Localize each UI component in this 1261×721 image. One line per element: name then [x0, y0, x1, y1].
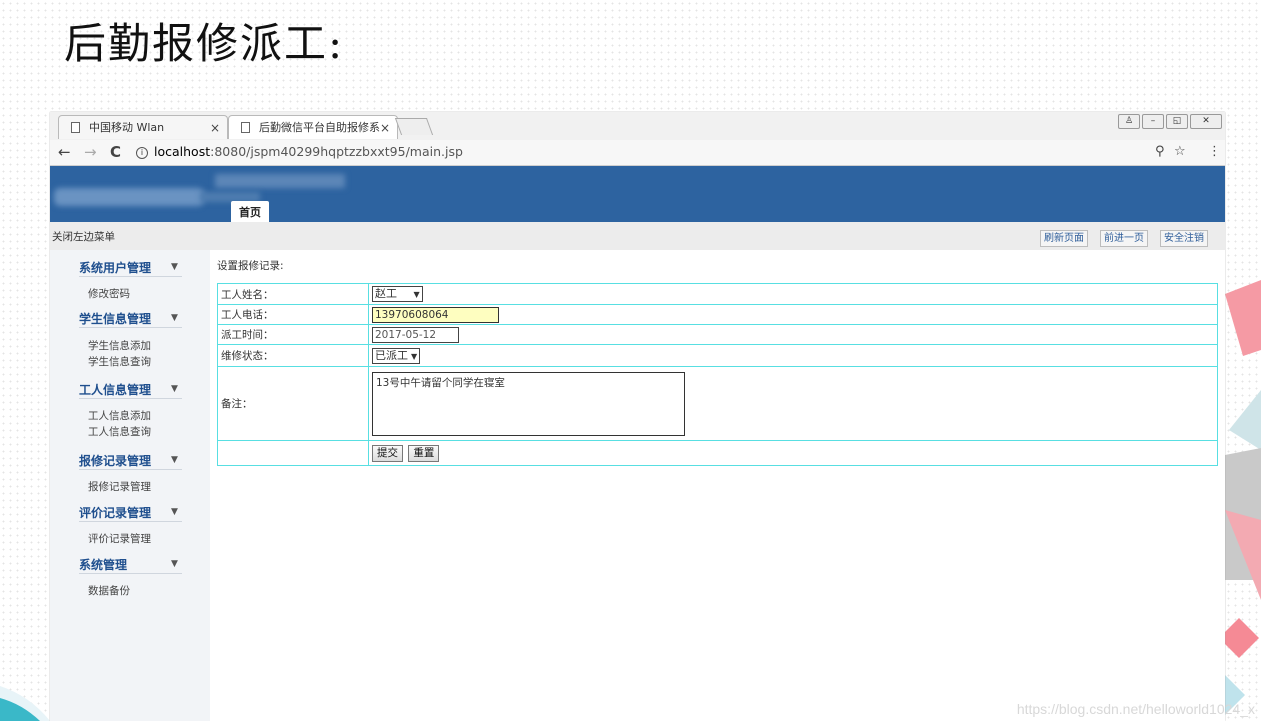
empty-cell: [217, 440, 369, 466]
refresh-page-button[interactable]: 刷新页面: [1040, 230, 1088, 247]
forward-page-button[interactable]: 前进一页: [1100, 230, 1148, 247]
forward-icon[interactable]: →: [84, 144, 97, 160]
remark-textarea[interactable]: 13号中午请留个同学在寝室: [372, 371, 685, 436]
url-path: :8080/jspm40299hqptzzbxxt95/main.jsp: [210, 144, 463, 159]
sidebar-group-system-users[interactable]: 系统用户管理 ▼: [79, 259, 182, 277]
tab-label: 后勤微信平台自助报修系: [259, 121, 380, 134]
watermark: https://blog.csdn.net/helloworld1024_x: [1016, 701, 1255, 717]
form-cell: 已派工 ▼: [368, 344, 1218, 367]
chevron-down-icon: ▼: [413, 290, 420, 299]
close-icon[interactable]: ×: [210, 116, 220, 140]
chevron-down-icon[interactable]: ▼: [171, 455, 178, 465]
maximize-button[interactable]: ◱: [1166, 114, 1188, 129]
dispatch-time-label: 派工时间：: [217, 324, 369, 345]
tab-repair-system[interactable]: 后勤微信平台自助报修系 ×: [228, 115, 398, 139]
worker-name-label: 工人姓名：: [217, 283, 369, 305]
url-field[interactable]: i localhost:8080/jspm40299hqptzzbxxt95/ma…: [136, 142, 1216, 162]
minimize-button[interactable]: –: [1142, 114, 1164, 129]
form-cell: 赵工 ▼: [368, 283, 1218, 305]
sidebar-group-students[interactable]: 学生信息管理 ▼: [79, 310, 182, 328]
form-title: 设置报修记录:: [217, 260, 284, 272]
form-cell: 13号中午请留个同学在寝室: [368, 366, 1218, 441]
worker-name-select[interactable]: 赵工 ▼: [372, 286, 423, 302]
tab-label: 中国移动 Wlan: [89, 121, 165, 134]
new-tab-button[interactable]: [394, 118, 434, 135]
sidebar-item-evaluation-records[interactable]: 评价记录管理: [88, 531, 151, 546]
chevron-down-icon[interactable]: ▼: [171, 313, 178, 323]
key-icon[interactable]: ⚲: [1155, 144, 1165, 159]
app-header: 首页: [50, 166, 1225, 222]
form-row: 备注： 13号中午请留个同学在寝室: [217, 366, 1218, 441]
page-icon: [241, 122, 250, 133]
tab-home[interactable]: 首页: [231, 201, 269, 222]
dispatch-time-input[interactable]: 2017-05-12: [372, 326, 459, 343]
menu-icon[interactable]: ⋮: [1208, 144, 1221, 159]
sidebar-item-repair-records[interactable]: 报修记录管理: [88, 479, 151, 494]
browser-window: 中国移动 Wlan × 后勤微信平台自助报修系 × ♙ – ◱ ✕ ← → C …: [50, 112, 1225, 721]
form-row: 派工时间： 2017-05-12: [217, 324, 1218, 345]
submit-button[interactable]: 提交: [372, 444, 403, 462]
form-cell: 13970608064: [368, 304, 1218, 325]
url-host: localhost: [154, 144, 211, 159]
status-label: 维修状态：: [217, 344, 369, 367]
logo: [54, 188, 204, 206]
chevron-down-icon[interactable]: ▼: [171, 262, 178, 272]
reload-icon[interactable]: C: [110, 144, 121, 160]
slide-title: 后勤报修派工:: [64, 19, 345, 68]
form-row: 提交 重置: [217, 440, 1218, 466]
back-icon[interactable]: ←: [58, 144, 71, 160]
page-icon: [71, 122, 80, 133]
info-icon[interactable]: i: [136, 146, 148, 159]
sidebar-group-system[interactable]: 系统管理 ▼: [79, 556, 182, 574]
collapse-menu-link[interactable]: 关闭左边菜单: [52, 229, 115, 244]
sidebar-item-student-query[interactable]: 学生信息查询: [88, 354, 151, 369]
sidebar-item-student-add[interactable]: 学生信息添加: [88, 338, 151, 353]
chevron-down-icon: ▼: [411, 351, 418, 361]
chevron-down-icon[interactable]: ▼: [171, 507, 178, 517]
form-cell: 提交 重置: [368, 440, 1218, 466]
form-row: 维修状态： 已派工 ▼: [217, 344, 1218, 367]
sidebar-item-data-backup[interactable]: 数据备份: [88, 583, 130, 598]
reset-button[interactable]: 重置: [408, 444, 440, 462]
close-icon[interactable]: ×: [380, 116, 390, 140]
worker-phone-label: 工人电话：: [217, 304, 369, 325]
app-toolbar: 关闭左边菜单 刷新页面 前进一页 安全注销: [50, 222, 1225, 251]
tab-wlan[interactable]: 中国移动 Wlan ×: [58, 115, 228, 139]
logout-button[interactable]: 安全注销: [1160, 230, 1208, 247]
status-select[interactable]: 已派工 ▼: [372, 347, 421, 364]
form-cell: 2017-05-12: [368, 324, 1218, 345]
main-content: 设置报修记录: 工人姓名： 赵工 ▼ 工人电话： 13970608064 派工时…: [210, 250, 1225, 721]
worker-phone-input[interactable]: 13970608064: [372, 306, 499, 323]
sidebar-group-repairs[interactable]: 报修记录管理 ▼: [79, 452, 182, 470]
remark-label: 备注：: [217, 366, 369, 441]
close-window-button[interactable]: ✕: [1190, 114, 1222, 129]
form-row: 工人电话： 13970608064: [217, 304, 1218, 325]
address-bar: ← → C i localhost:8080/jspm40299hqptzzbxx…: [50, 140, 1225, 166]
sidebar-item-worker-query[interactable]: 工人信息查询: [88, 424, 151, 439]
sidebar: 系统用户管理 ▼ 修改密码 学生信息管理 ▼ 学生信息添加 学生信息查询 工人信息管…: [50, 250, 211, 721]
repair-form: 工人姓名： 赵工 ▼ 工人电话： 13970608064 派工时间： 2017-…: [217, 283, 1218, 466]
star-icon[interactable]: ☆: [1174, 144, 1186, 159]
sidebar-group-evaluations[interactable]: 评价记录管理 ▼: [79, 504, 182, 522]
sidebar-item-worker-add[interactable]: 工人信息添加: [88, 408, 151, 423]
chevron-down-icon[interactable]: ▼: [171, 384, 178, 394]
sidebar-group-workers[interactable]: 工人信息管理 ▼: [79, 381, 182, 399]
form-row: 工人姓名： 赵工 ▼: [217, 283, 1218, 305]
tab-bar: 中国移动 Wlan × 后勤微信平台自助报修系 × ♙ – ◱ ✕: [50, 112, 1225, 141]
profile-icon[interactable]: ♙: [1118, 114, 1140, 129]
sidebar-item-change-password[interactable]: 修改密码: [88, 286, 130, 301]
logo-text: [215, 174, 345, 188]
chevron-down-icon[interactable]: ▼: [171, 559, 178, 569]
